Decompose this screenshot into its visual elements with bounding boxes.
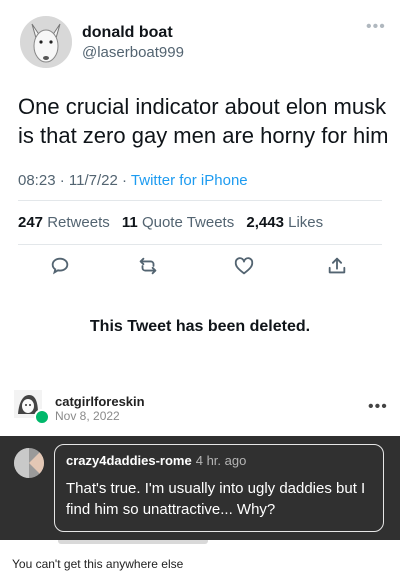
reblog-badge-icon <box>34 409 50 425</box>
meta-separator: · <box>122 172 127 189</box>
likes-label: Likes <box>288 214 324 231</box>
display-name[interactable]: donald boat <box>82 24 173 42</box>
commenter-avatar-image <box>14 448 44 478</box>
likes-count: 2,443 <box>246 214 284 231</box>
bubble-bottom-edge <box>58 540 208 544</box>
tweet-meta: 08:23 · 11/7/22 · Twitter for iPhone <box>18 172 248 189</box>
user-handle[interactable]: @laserboat999 <box>82 44 184 61</box>
meta-separator: · <box>59 172 65 189</box>
tweet-source-link[interactable]: Twitter for iPhone <box>131 172 248 189</box>
comment-avatar[interactable] <box>14 448 44 478</box>
bull-terrier-avatar-image <box>20 16 72 68</box>
retweets-label: Retweets <box>47 214 110 231</box>
share-icon[interactable] <box>323 252 351 280</box>
avatar[interactable] <box>20 16 72 68</box>
reply-icon[interactable] <box>46 252 74 280</box>
quote-label: Quote Tweets <box>141 214 235 231</box>
tweet-date[interactable]: 11/7/22 <box>69 172 118 189</box>
comment-time: 4 hr. ago <box>195 453 247 468</box>
divider <box>18 244 382 245</box>
retweet-icon[interactable] <box>134 252 162 280</box>
retweets-count: 247 <box>18 214 44 231</box>
retweets-stat[interactable]: 247 Retweets <box>18 214 110 231</box>
divider <box>18 200 382 201</box>
more-dots-icon[interactable]: ••• <box>366 18 386 36</box>
quote-count: 11 <box>121 214 138 231</box>
tweet-time[interactable]: 08:23 <box>18 172 56 189</box>
post-caption: You can't get this anywhere else <box>12 557 184 571</box>
tweet-deleted-notice: This Tweet has been deleted. <box>89 318 311 335</box>
tweet-stats: 247 Retweets 11 Quote Tweets 2,443 Likes <box>18 214 323 231</box>
reblog-username[interactable]: catgirlforeskin <box>55 394 145 409</box>
reblog-date: Nov 8, 2022 <box>55 409 120 423</box>
quote-tweets-stat[interactable]: 11 Quote Tweets <box>122 214 234 231</box>
like-icon[interactable] <box>230 252 258 280</box>
comment-header: crazy4daddies-rome 4 hr. ago <box>66 453 246 468</box>
likes-stat[interactable]: 2,443 Likes <box>246 214 323 231</box>
comment-username[interactable]: crazy4daddies-rome <box>66 453 192 468</box>
comment-text: That's true. I'm usually into ugly daddi… <box>66 480 366 518</box>
more-dots-icon[interactable]: ••• <box>368 398 388 416</box>
tweet-text: One crucial indicator about elon musk is… <box>18 94 389 148</box>
